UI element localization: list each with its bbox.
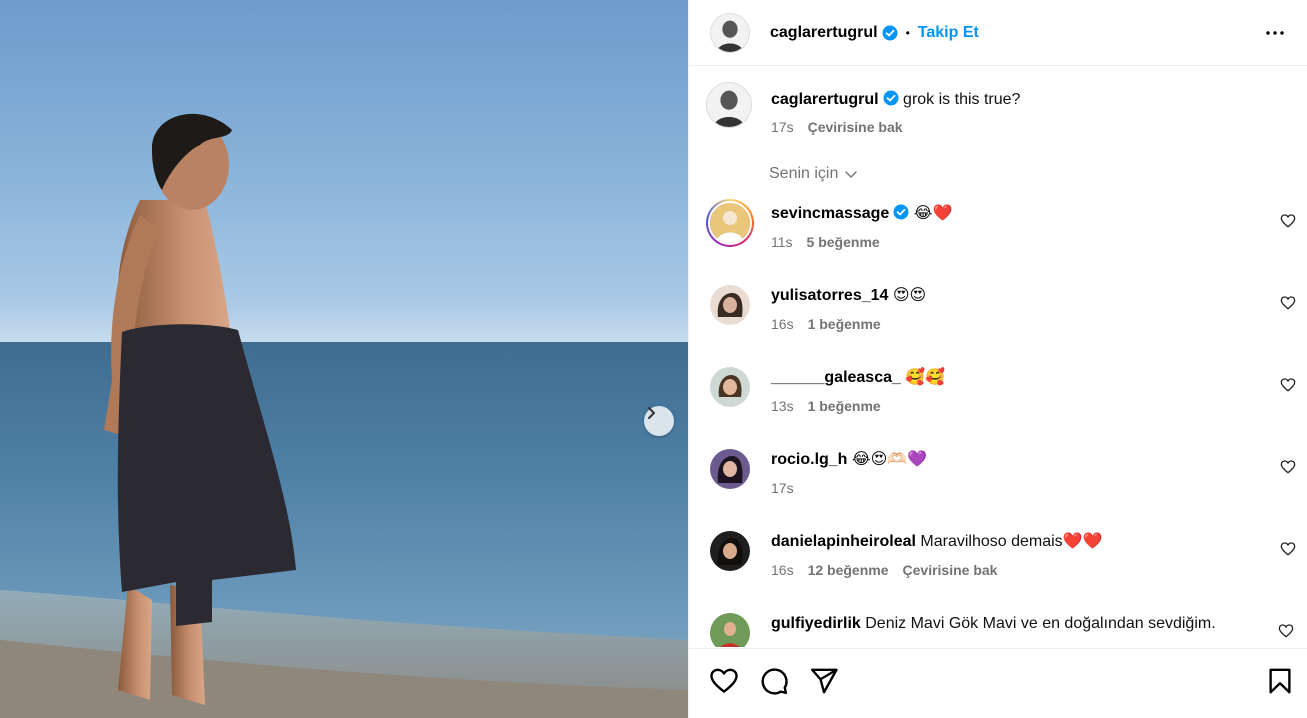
story-ring-avatar[interactable] bbox=[706, 199, 754, 247]
comment-item: sevincmassage 😂❤️ 11s 5 beğenme bbox=[706, 199, 1296, 250]
caption-username[interactable]: caglarertugrul bbox=[771, 91, 879, 108]
translate-link[interactable]: Çevirisine bak bbox=[903, 562, 998, 578]
comment-likes[interactable]: 5 beğenme bbox=[807, 234, 880, 250]
comment-time[interactable]: 17s bbox=[771, 480, 794, 496]
comment-item: gulfiyedirlik Deniz Mavi Gök Mavi ve en … bbox=[706, 609, 1296, 647]
comment-avatar[interactable] bbox=[706, 363, 754, 411]
comment-item: danielapinheiroleal Maravilhoso demais❤️… bbox=[706, 527, 1296, 578]
comment-text: 😍😍 bbox=[892, 287, 927, 304]
post-caption: caglarertugrul grok is this true? 17s Çe… bbox=[706, 82, 1020, 135]
comment-username[interactable]: rocio.lg_h bbox=[771, 451, 847, 468]
caption-avatar[interactable] bbox=[706, 82, 752, 128]
comment-text: 😂❤️ bbox=[913, 205, 953, 222]
verified-badge-icon bbox=[883, 90, 899, 106]
follow-button[interactable]: Takip Et bbox=[918, 24, 979, 42]
verified-badge-icon bbox=[893, 204, 909, 220]
comment-username[interactable]: yulisatorres_14 bbox=[771, 287, 888, 304]
author-username[interactable]: caglarertugrul bbox=[770, 24, 878, 42]
separator-dot: • bbox=[905, 25, 910, 40]
heart-icon[interactable] bbox=[709, 666, 739, 696]
comment-time[interactable]: 16s bbox=[771, 562, 794, 578]
post-side-panel: caglarertugrul • Takip Et caglarertugrul… bbox=[688, 0, 1307, 718]
comment-text: Maravilhoso demais❤️❤️ bbox=[920, 533, 1103, 550]
comment-text: Deniz Mavi Gök Mavi ve en doğalından sev… bbox=[865, 615, 1216, 632]
more-options-button[interactable] bbox=[1263, 21, 1287, 45]
comment-avatar[interactable] bbox=[706, 445, 754, 493]
photo-illustration bbox=[0, 113, 688, 718]
comment-likes[interactable]: 12 beğenme bbox=[808, 562, 889, 578]
caption-time[interactable]: 17s bbox=[771, 119, 794, 135]
comment-username[interactable]: ______galeasca_ bbox=[771, 369, 901, 386]
comment-avatar[interactable] bbox=[706, 281, 754, 329]
comment-like-heart-icon[interactable] bbox=[1280, 541, 1296, 562]
comment-item: yulisatorres_14 😍😍 16s 1 beğenme bbox=[706, 281, 1296, 332]
comment-like-heart-icon[interactable] bbox=[1280, 377, 1296, 398]
comment-likes[interactable]: 1 beğenme bbox=[808, 316, 881, 332]
comment-time[interactable]: 13s bbox=[771, 398, 794, 414]
comments-filter-label: Senin için bbox=[769, 165, 839, 182]
comment-avatar[interactable] bbox=[706, 609, 754, 647]
comments-filter[interactable]: Senin için bbox=[769, 165, 858, 183]
post-photo bbox=[0, 0, 688, 718]
comment-username[interactable]: danielapinheiroleal bbox=[771, 533, 916, 550]
bookmark-icon[interactable] bbox=[1265, 666, 1295, 696]
post-header: caglarertugrul • Takip Et bbox=[689, 0, 1307, 66]
translate-link[interactable]: Çevirisine bak bbox=[808, 119, 903, 135]
chevron-down-icon bbox=[844, 167, 858, 181]
comment-likes[interactable]: 1 beğenme bbox=[808, 398, 881, 414]
comment-username[interactable]: gulfiyedirlik bbox=[771, 615, 861, 632]
comment-avatar[interactable] bbox=[706, 527, 754, 575]
comment-time[interactable]: 16s bbox=[771, 316, 794, 332]
comment-like-heart-icon[interactable] bbox=[1280, 295, 1296, 316]
post-action-bar bbox=[689, 648, 1307, 718]
comment-text: 🥰🥰 bbox=[905, 369, 946, 386]
comment-time[interactable]: 11s bbox=[771, 234, 793, 250]
more-horizontal-icon bbox=[1263, 21, 1287, 45]
comment-item: ______galeasca_ 🥰🥰 13s 1 beğenme bbox=[706, 363, 1296, 414]
comments-section[interactable]: caglarertugrul grok is this true? 17s Çe… bbox=[689, 67, 1307, 647]
comment-like-heart-icon[interactable] bbox=[1278, 623, 1294, 644]
comment-like-heart-icon[interactable] bbox=[1280, 459, 1296, 480]
comment-username[interactable]: sevincmassage bbox=[771, 205, 889, 222]
comment-bubble-icon[interactable] bbox=[759, 666, 789, 696]
comment-text: 😂😍🫶🏻💜 bbox=[851, 451, 928, 468]
author-avatar[interactable] bbox=[710, 12, 750, 53]
verified-badge-icon bbox=[882, 25, 898, 41]
comment-item: rocio.lg_h 😂😍🫶🏻💜 17s bbox=[706, 445, 1296, 496]
paper-plane-icon[interactable] bbox=[809, 666, 839, 696]
next-photo-button[interactable] bbox=[644, 406, 674, 436]
comment-like-heart-icon[interactable] bbox=[1280, 213, 1296, 234]
caption-text: grok is this true? bbox=[903, 91, 1021, 108]
